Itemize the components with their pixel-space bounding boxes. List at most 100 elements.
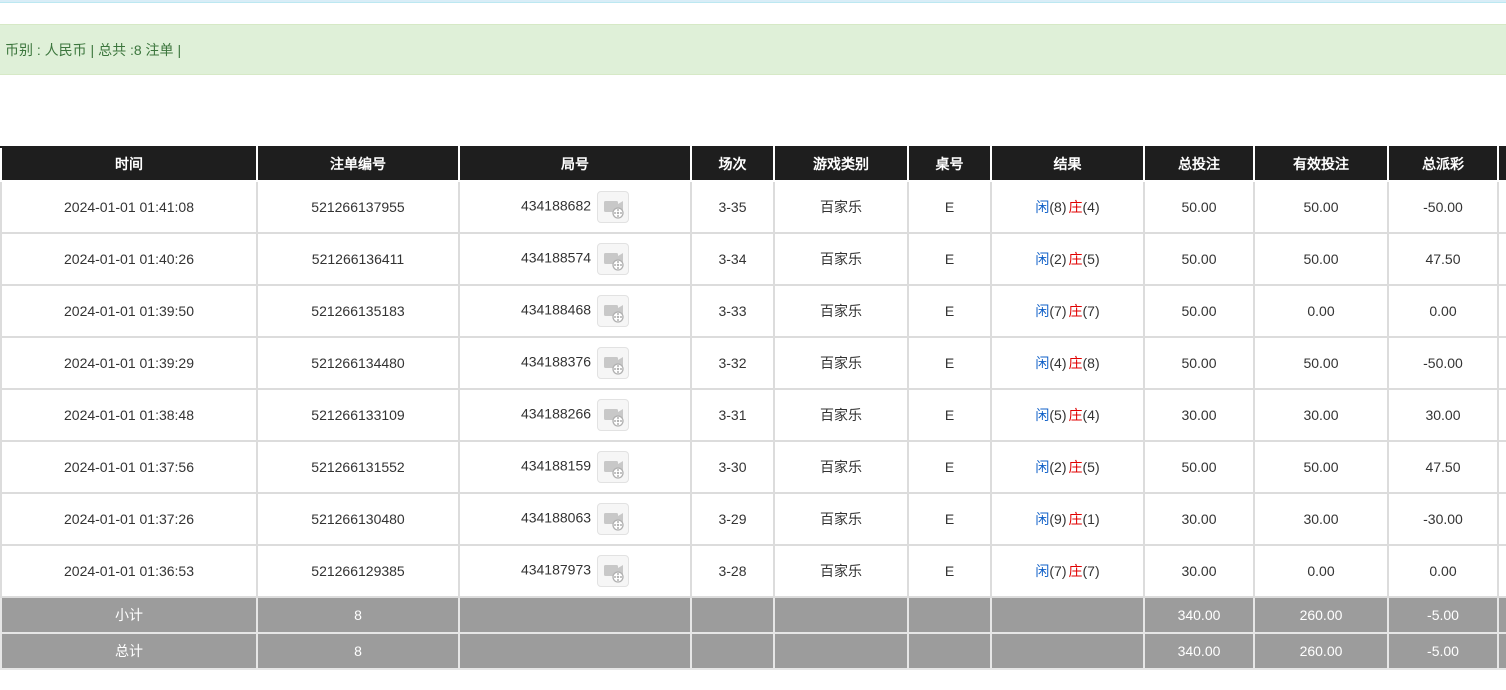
- result-banker-label: 庄: [1068, 199, 1083, 215]
- cell-payout: 0.00: [1387, 284, 1499, 338]
- currency-value: 人民币: [44, 42, 87, 58]
- cell-bet-no: 521266129385: [256, 544, 460, 598]
- cell-time: 2024-01-01 01:37:26: [0, 492, 258, 546]
- subtotal-payout: -5.00: [1387, 596, 1499, 634]
- subtotal-row: 小计 8 340.00 260.00 -5.00: [0, 596, 1506, 634]
- cell-total-bet[interactable]: 50.00: [1143, 180, 1255, 234]
- empty-cell: [990, 596, 1145, 634]
- video-replay-icon[interactable]: [597, 503, 630, 535]
- cell-total-bet[interactable]: 30.00: [1143, 388, 1255, 442]
- col-game-type: 游戏类别: [773, 146, 909, 182]
- cell-session: 3-31: [690, 388, 775, 442]
- cell-session: 3-30: [690, 440, 775, 494]
- cell-extra: [1497, 492, 1506, 546]
- col-payout: 总派彩: [1387, 146, 1499, 182]
- cell-round-no: 434188266: [458, 388, 692, 442]
- cell-bet-no: 521266134480: [256, 336, 460, 390]
- cell-bet-no: 521266137955: [256, 180, 460, 234]
- result-banker-points: (4): [1082, 199, 1100, 215]
- cell-game-type: 百家乐: [773, 492, 909, 546]
- col-extra: [1497, 146, 1506, 182]
- cell-result: 闲(2) 庄(5): [990, 232, 1145, 286]
- round-no-text: 434188376: [520, 353, 592, 370]
- cell-result: 闲(8) 庄(4): [990, 180, 1145, 234]
- grandtotal-count: 8: [256, 632, 460, 670]
- video-replay-icon[interactable]: [597, 243, 630, 275]
- result-banker-points: (5): [1082, 251, 1100, 267]
- result-player-label: 闲: [1035, 563, 1050, 579]
- cell-extra: [1497, 544, 1506, 598]
- top-alert-strip: [0, 0, 1506, 3]
- grandtotal-valid-bet: 260.00: [1253, 632, 1389, 670]
- cell-table-no: E: [907, 180, 992, 234]
- cell-round-no: 434188376: [458, 336, 692, 390]
- cell-extra: [1497, 232, 1506, 286]
- cell-total-bet[interactable]: 50.00: [1143, 284, 1255, 338]
- result-banker-label: 庄: [1068, 407, 1083, 423]
- video-replay-icon[interactable]: [597, 555, 630, 587]
- video-replay-icon[interactable]: [597, 451, 630, 483]
- cell-result: 闲(4) 庄(8): [990, 336, 1145, 390]
- table-footer: 小计 8 340.00 260.00 -5.00 总计 8 340.00 260…: [0, 596, 1506, 670]
- result-player-label: 闲: [1035, 459, 1050, 475]
- cell-session: 3-32: [690, 336, 775, 390]
- col-total-bet: 总投注: [1143, 146, 1255, 182]
- result-banker-label: 庄: [1068, 355, 1083, 371]
- cell-result: 闲(7) 庄(7): [990, 544, 1145, 598]
- col-bet-no: 注单编号: [256, 146, 460, 182]
- video-replay-icon[interactable]: [597, 347, 630, 379]
- cell-total-bet[interactable]: 50.00: [1143, 440, 1255, 494]
- col-round-no: 局号: [458, 146, 692, 182]
- result-player-points: (2): [1049, 459, 1067, 475]
- result-player-points: (5): [1049, 407, 1067, 423]
- cell-payout: 47.50: [1387, 232, 1499, 286]
- cell-total-bet[interactable]: 30.00: [1143, 492, 1255, 546]
- cell-time: 2024-01-01 01:41:08: [0, 180, 258, 234]
- result-player-points: (4): [1049, 355, 1067, 371]
- result-player-label: 闲: [1035, 303, 1050, 319]
- result-banker-label: 庄: [1068, 563, 1083, 579]
- empty-cell: [773, 596, 909, 634]
- cell-total-bet[interactable]: 30.00: [1143, 544, 1255, 598]
- cell-session: 3-35: [690, 180, 775, 234]
- cell-payout: 47.50: [1387, 440, 1499, 494]
- cell-total-bet[interactable]: 50.00: [1143, 336, 1255, 390]
- video-replay-icon[interactable]: [597, 191, 630, 223]
- cell-extra: [1497, 180, 1506, 234]
- subtotal-count: 8: [256, 596, 460, 634]
- round-no-text: 434187973: [520, 561, 592, 578]
- cell-total-bet[interactable]: 50.00: [1143, 232, 1255, 286]
- result-banker-points: (4): [1082, 407, 1100, 423]
- cell-round-no: 434188063: [458, 492, 692, 546]
- cell-valid-bet: 50.00: [1253, 440, 1389, 494]
- cell-game-type: 百家乐: [773, 232, 909, 286]
- cell-valid-bet: 0.00: [1253, 284, 1389, 338]
- round-no-text: 434188063: [520, 509, 592, 526]
- cell-payout: -50.00: [1387, 180, 1499, 234]
- cell-bet-no: 521266136411: [256, 232, 460, 286]
- round-no-text: 434188266: [520, 405, 592, 422]
- result-player-label: 闲: [1035, 511, 1050, 527]
- video-replay-icon[interactable]: [597, 295, 630, 327]
- cell-session: 3-28: [690, 544, 775, 598]
- cell-game-type: 百家乐: [773, 284, 909, 338]
- result-player-points: (8): [1049, 199, 1067, 215]
- cell-valid-bet: 50.00: [1253, 180, 1389, 234]
- cell-extra: [1497, 336, 1506, 390]
- cell-bet-no: 521266130480: [256, 492, 460, 546]
- result-banker-points: (7): [1082, 303, 1100, 319]
- cell-game-type: 百家乐: [773, 544, 909, 598]
- empty-cell: [690, 596, 775, 634]
- cell-table-no: E: [907, 492, 992, 546]
- cell-round-no: 434188468: [458, 284, 692, 338]
- empty-cell: [458, 596, 692, 634]
- result-player-points: (2): [1049, 251, 1067, 267]
- cell-result: 闲(9) 庄(1): [990, 492, 1145, 546]
- cell-table-no: E: [907, 388, 992, 442]
- cell-session: 3-29: [690, 492, 775, 546]
- cell-payout: 30.00: [1387, 388, 1499, 442]
- video-replay-icon[interactable]: [597, 399, 630, 431]
- table-row: 2024-01-01 01:37:56 521266131552 4341881…: [0, 440, 1506, 494]
- cell-time: 2024-01-01 01:37:56: [0, 440, 258, 494]
- result-banker-points: (5): [1082, 459, 1100, 475]
